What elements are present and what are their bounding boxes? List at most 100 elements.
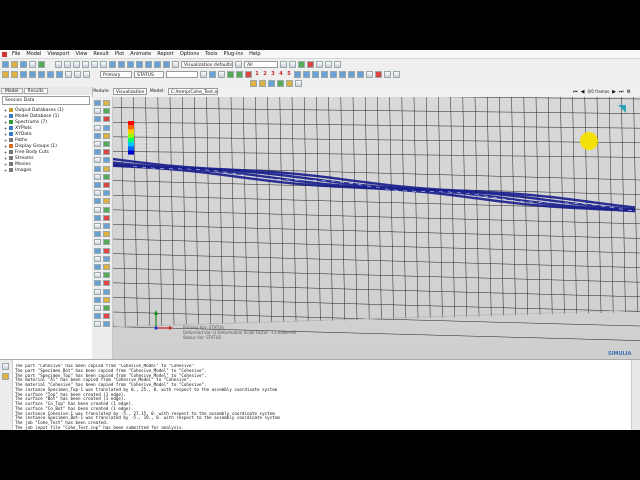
last-frame-icon[interactable]: ⏭: [619, 89, 624, 95]
prev-frame-icon[interactable]: ◀: [581, 89, 585, 95]
expand-toggle-icon[interactable]: +: [4, 132, 7, 137]
toolbox-tool-icon[interactable]: [94, 132, 101, 139]
tree-item[interactable]: + Images: [2, 167, 90, 173]
view-cut-icon[interactable]: [259, 79, 266, 87]
field-output-icon[interactable]: [83, 70, 90, 78]
toolbox-tool-icon[interactable]: [103, 206, 110, 213]
expand-toggle-icon[interactable]: +: [4, 156, 7, 161]
toolbox-tool-icon[interactable]: [103, 132, 110, 139]
animation-options-icon[interactable]: ⚙: [627, 89, 631, 95]
toolbox-tool-icon[interactable]: [94, 272, 101, 279]
queries-icon[interactable]: [250, 79, 257, 87]
toolbox-tool-icon[interactable]: [94, 214, 101, 221]
visualization-defaults-select[interactable]: Visualization defaults: [181, 60, 233, 68]
toolbox-tool-icon[interactable]: [94, 321, 101, 328]
replace-icon[interactable]: [298, 60, 305, 68]
component-select[interactable]: [166, 70, 198, 78]
front-view-icon[interactable]: [118, 60, 125, 68]
toolbox-tool-icon[interactable]: [103, 255, 110, 262]
expand-toggle-icon[interactable]: +: [4, 120, 7, 125]
toolbox-tool-icon[interactable]: [94, 239, 101, 246]
perspective-icon[interactable]: [172, 60, 179, 68]
toolbox-tool-icon[interactable]: [94, 313, 101, 320]
new-file-icon[interactable]: [2, 60, 9, 68]
toolbox-tool-icon[interactable]: [103, 165, 110, 172]
toolbox-tool-icon[interactable]: [94, 280, 101, 287]
menu-plugins[interactable]: Plug-ins: [220, 50, 246, 58]
toolbox-tool-icon[interactable]: [103, 280, 110, 287]
arrow-annotation-icon[interactable]: [384, 70, 391, 78]
toolbox-tool-icon[interactable]: [94, 190, 101, 197]
cycle-views-icon[interactable]: [100, 60, 107, 68]
save-icon[interactable]: [20, 60, 27, 68]
step-first-icon[interactable]: [209, 70, 216, 78]
toolbox-tool-icon[interactable]: [94, 288, 101, 295]
toolbox-tool-icon[interactable]: [103, 239, 110, 246]
toolbox-tool-icon[interactable]: [94, 157, 101, 164]
annotation-options-icon[interactable]: [393, 70, 400, 78]
toolbox-tool-icon[interactable]: [103, 149, 110, 156]
edges-all-icon[interactable]: [330, 70, 337, 78]
toolbox-tool-icon[interactable]: [103, 313, 110, 320]
toolbox-tool-icon[interactable]: [94, 124, 101, 131]
animate-icon[interactable]: [74, 70, 81, 78]
toolbox-tool-icon[interactable]: [94, 173, 101, 180]
selection-filter-select[interactable]: All: [244, 60, 278, 68]
step-prev-icon[interactable]: [218, 70, 225, 78]
toolbox-tool-icon[interactable]: [103, 247, 110, 254]
menu-report[interactable]: Report: [154, 50, 177, 58]
messages-tab-icon[interactable]: [2, 363, 9, 370]
toolbox-tool-icon[interactable]: [103, 321, 110, 328]
top-view-icon[interactable]: [154, 60, 161, 68]
toolbox-tool-icon[interactable]: [103, 124, 110, 131]
toolbox-tool-icon[interactable]: [103, 198, 110, 205]
toolbox-tool-icon[interactable]: [103, 223, 110, 229]
toolbox-tool-icon[interactable]: [103, 272, 110, 279]
pan-icon[interactable]: [55, 60, 62, 68]
toolbox-tool-icon[interactable]: [94, 165, 101, 172]
menu-result[interactable]: Result: [90, 50, 111, 58]
menu-plot[interactable]: Plot: [112, 50, 127, 58]
display-group-icon[interactable]: [289, 60, 296, 68]
menu-help[interactable]: Help: [246, 50, 263, 58]
lock-icon[interactable]: [277, 79, 284, 87]
reverse-icon[interactable]: [334, 60, 341, 68]
superimpose-options-icon[interactable]: [11, 70, 18, 78]
expand-toggle-icon[interactable]: +: [4, 144, 7, 149]
menu-view[interactable]: View: [73, 50, 91, 58]
message-scrollbar[interactable]: [631, 360, 640, 430]
expand-toggle-icon[interactable]: +: [4, 108, 7, 113]
step-5-button[interactable]: 5: [286, 71, 292, 77]
module-select[interactable]: Visualization: [112, 88, 147, 95]
step-last-icon[interactable]: [245, 70, 252, 78]
primary-variable-select[interactable]: Primary: [100, 70, 132, 78]
toolbox-tool-icon[interactable]: [94, 141, 101, 147]
toolbox-tool-icon[interactable]: [94, 198, 101, 205]
intersect-icon[interactable]: [325, 60, 332, 68]
iso-view-icon[interactable]: [109, 60, 116, 68]
edges-exterior-icon[interactable]: [339, 70, 346, 78]
text-annotation-icon[interactable]: [375, 70, 382, 78]
menu-model[interactable]: Model: [23, 50, 44, 58]
viewport-sync-icon[interactable]: [295, 79, 302, 87]
toolbox-tool-icon[interactable]: [94, 223, 101, 229]
right-view-icon[interactable]: [145, 60, 152, 68]
expand-toggle-icon[interactable]: +: [4, 162, 7, 167]
toolbox-tool-icon[interactable]: [103, 231, 110, 238]
contour-plot-icon[interactable]: [38, 70, 45, 78]
color-code-icon[interactable]: [366, 70, 373, 78]
step-2-button[interactable]: 2: [262, 71, 268, 77]
edges-feature-icon[interactable]: [348, 70, 355, 78]
toolbox-tool-icon[interactable]: [103, 190, 110, 197]
step-4-button[interactable]: 4: [278, 71, 284, 77]
menu-file[interactable]: File: [9, 50, 23, 58]
step-1-button[interactable]: 1: [254, 71, 260, 77]
toolbox-tool-icon[interactable]: [94, 247, 101, 254]
toolbox-tool-icon[interactable]: [103, 157, 110, 164]
toolbox-tool-icon[interactable]: [94, 100, 101, 106]
render-style-hidden-icon[interactable]: [303, 70, 310, 78]
undeformed-shape-icon[interactable]: [20, 70, 27, 78]
toolbox-tool-icon[interactable]: [103, 100, 110, 106]
material-orientation-icon[interactable]: [56, 70, 63, 78]
edges-free-icon[interactable]: [357, 70, 364, 78]
